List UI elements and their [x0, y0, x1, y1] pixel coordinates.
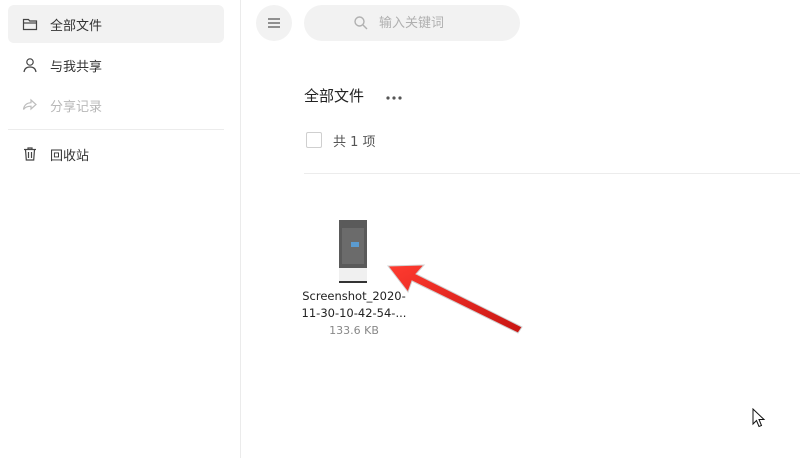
file-size: 133.6 KB	[329, 324, 379, 337]
sidebar: 全部文件 与我共享 分享记录 回收站	[0, 0, 241, 458]
sidebar-divider	[8, 129, 224, 130]
file-thumbnail[interactable]	[339, 220, 367, 283]
select-all-checkbox[interactable]	[306, 132, 322, 148]
more-button[interactable]	[383, 84, 405, 104]
sidebar-item-label: 分享记录	[50, 99, 103, 115]
menu-button[interactable]	[256, 5, 292, 41]
arrow-shape	[387, 264, 523, 334]
file-item[interactable]: Screenshot_2020- 11-30-10-42-54-... 133.…	[300, 216, 408, 344]
folder-icon	[21, 15, 39, 33]
item-count: 共 1 项	[333, 135, 376, 150]
page-title: 全部文件	[304, 87, 365, 105]
sidebar-item-trash[interactable]: 回收站	[8, 135, 224, 173]
sidebar-item-label: 与我共享	[50, 59, 103, 75]
thumbnail-footer	[339, 268, 367, 281]
sidebar-item-label: 回收站	[50, 148, 90, 164]
trash-icon	[21, 145, 39, 163]
header-divider	[304, 173, 800, 174]
search-box[interactable]	[304, 5, 520, 41]
search-input[interactable]	[377, 14, 471, 32]
share-icon	[21, 96, 39, 114]
search-icon	[353, 14, 371, 32]
sidebar-item-shared-with-me[interactable]: 与我共享	[8, 46, 224, 84]
file-name-line2: 11-30-10-42-54-...	[301, 306, 407, 320]
user-icon	[21, 56, 39, 74]
more-icon	[386, 85, 402, 104]
sidebar-item-share-history[interactable]: 分享记录	[8, 86, 224, 124]
hamburger-icon	[267, 14, 281, 33]
sidebar-item-all-files[interactable]: 全部文件	[8, 5, 224, 43]
file-name[interactable]: Screenshot_2020- 11-30-10-42-54-...	[300, 288, 408, 322]
sidebar-item-label: 全部文件	[50, 18, 103, 34]
thumbnail-highlight	[351, 242, 359, 247]
file-name-line1: Screenshot_2020-	[302, 289, 406, 303]
mouse-cursor-icon	[752, 407, 766, 432]
